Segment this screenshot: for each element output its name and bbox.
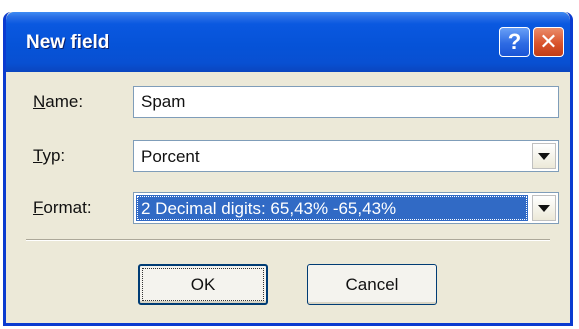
ok-button[interactable]: OK (138, 264, 268, 305)
help-button[interactable]: ? (499, 27, 530, 57)
type-dropdown-value: Porcent (141, 147, 200, 166)
close-button[interactable]: ✕ (533, 27, 564, 57)
format-dropdown-button[interactable] (532, 195, 556, 221)
title-bar[interactable]: New field ? ✕ (6, 12, 570, 72)
format-label: Format: (33, 198, 92, 217)
help-icon: ? (507, 29, 522, 54)
separator (26, 239, 550, 241)
type-dropdown[interactable]: Porcent (133, 140, 559, 172)
close-icon: ✕ (539, 29, 558, 54)
name-label: Name: (33, 92, 84, 111)
name-field[interactable]: Spam (133, 86, 559, 118)
type-dropdown-button[interactable] (532, 143, 556, 169)
dropdown-arrow-icon (538, 152, 550, 160)
type-label: Typ: (33, 146, 66, 165)
format-dropdown[interactable]: 2 Decimal digits: 65,43% -65,43% (133, 192, 559, 224)
dialog-title: New field (26, 32, 110, 53)
format-dropdown-value: 2 Decimal digits: 65,43% -65,43% (136, 195, 528, 221)
new-field-dialog: New field ? ✕ Name: Spam Typ: Porcent Fo… (3, 12, 573, 326)
cancel-button[interactable]: Cancel (307, 264, 437, 305)
dropdown-arrow-icon (538, 204, 550, 212)
